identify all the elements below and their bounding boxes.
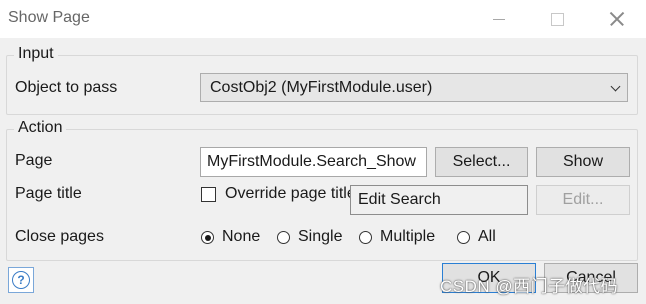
page-title-label: Page title (15, 185, 82, 202)
close-pages-none-label[interactable]: None (222, 228, 260, 246)
override-page-title-label[interactable]: Override page title (225, 185, 351, 203)
watermark: CSDN @西门子做代码 (440, 277, 619, 296)
close-pages-multiple-label[interactable]: Multiple (380, 228, 435, 246)
close-pages-none-radio[interactable] (201, 231, 214, 244)
window-title: Show Page (8, 9, 90, 26)
object-to-pass-value: CostObj2 (MyFirstModule.user) (210, 79, 433, 96)
object-to-pass-dropdown[interactable]: CostObj2 (MyFirstModule.user) (200, 73, 628, 102)
close-button[interactable] (594, 0, 640, 38)
minimize-icon (493, 18, 505, 20)
close-pages-label: Close pages (15, 228, 104, 245)
maximize-button[interactable] (534, 0, 580, 38)
close-pages-all-radio[interactable] (457, 231, 470, 244)
minimize-button[interactable] (476, 0, 522, 38)
close-pages-multiple-radio[interactable] (359, 231, 372, 244)
close-pages-single-label[interactable]: Single (298, 228, 342, 246)
close-icon (610, 12, 624, 26)
close-pages-all-label[interactable]: All (478, 228, 496, 246)
input-group-legend: Input (14, 45, 58, 63)
action-group-legend: Action (14, 119, 67, 137)
show-page-button[interactable]: Show (536, 147, 630, 177)
close-pages-single-radio[interactable] (277, 231, 290, 244)
object-to-pass-label: Object to pass (15, 79, 118, 96)
chevron-down-icon (610, 81, 621, 92)
page-field[interactable]: MyFirstModule.Search_Show (200, 147, 427, 177)
page-label: Page (15, 152, 53, 169)
edit-search-tooltip: Edit Search (350, 185, 528, 215)
edit-page-title-button[interactable]: Edit... (536, 185, 630, 215)
help-button[interactable]: ? (8, 267, 34, 293)
title-bar: Show Page (0, 0, 646, 38)
maximize-icon (550, 12, 564, 26)
help-icon: ? (12, 271, 30, 289)
page-field-value: MyFirstModule.Search_Show (207, 153, 416, 170)
select-page-button[interactable]: Select... (435, 147, 528, 177)
override-page-title-checkbox[interactable] (201, 187, 216, 202)
